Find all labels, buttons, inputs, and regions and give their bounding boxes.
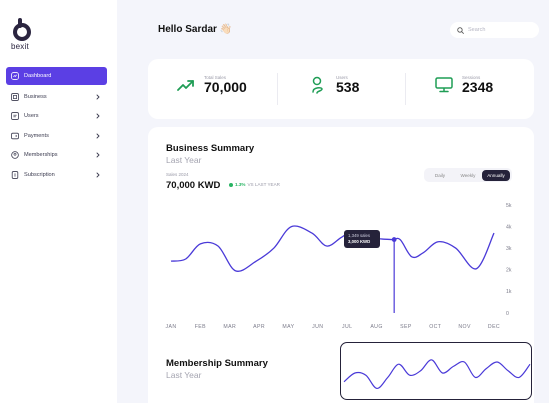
y-tick-label: 2k	[506, 268, 512, 274]
logo-mark-icon	[13, 18, 31, 41]
period-tabs: Daily Weekly Annually	[424, 168, 512, 182]
sparkline-path	[343, 359, 531, 389]
stat-value: 2348	[462, 79, 494, 95]
x-tick-label: MAR	[223, 324, 236, 330]
membership-mini-chart[interactable]	[340, 342, 532, 400]
sidebar: bexit Dashboard Business Users Payments Memb…	[0, 0, 117, 403]
y-tick-label: 5k	[506, 203, 512, 209]
sidebar-item-label: Payments	[24, 132, 49, 139]
chevron-right-icon	[95, 94, 101, 100]
sidebar-item-label: Dashboard	[24, 73, 52, 79]
sidebar-item-label: Business	[24, 94, 47, 100]
business-summary-card: Business Summary Last Year Sales 2024 70…	[148, 127, 534, 403]
subscription-icon	[11, 170, 19, 179]
stat-sessions: Sessions 2348	[434, 75, 493, 95]
stat-value: 70,000	[204, 79, 247, 95]
sidebar-item-subscription[interactable]: Subscription	[6, 166, 107, 184]
x-tick-label: MAY	[282, 324, 294, 330]
sidebar-item-users[interactable]: Users	[6, 107, 107, 125]
business-line-chart: 0 1k 2k 3k 4k 5k JAN FEB MAR APR MAY JUN JUL AUG SEP OC…	[166, 203, 512, 330]
search-box[interactable]	[450, 22, 539, 38]
x-tick-label: FEB	[195, 324, 206, 330]
dashboard-icon	[11, 72, 19, 80]
user-icon	[308, 75, 328, 95]
brand-logo[interactable]: bexit	[11, 18, 35, 51]
sidebar-item-payments[interactable]: Payments	[6, 127, 107, 145]
sales-label: Sales 2024	[166, 172, 189, 177]
chart-tooltip: 1,349 sales 3,000 KWD	[344, 230, 380, 248]
chevron-right-icon	[95, 152, 101, 158]
tab-daily[interactable]: Daily	[426, 170, 454, 181]
x-tick-label: JAN	[166, 324, 177, 330]
tooltip-line-1: 1,349 sales	[348, 233, 370, 238]
divider	[405, 73, 406, 105]
growth-text: VS LAST YEAR	[247, 182, 280, 187]
sidebar-item-business[interactable]: Business	[6, 88, 107, 106]
trend-up-icon	[176, 75, 196, 95]
x-tick-label: JUL	[342, 324, 352, 330]
users-icon	[11, 112, 19, 121]
y-tick-label: 1k	[506, 289, 512, 295]
stats-card: Total Sales 70,000 Users 538 Sessions 23…	[148, 59, 534, 119]
highlight-point[interactable]	[391, 237, 397, 242]
x-tick-label: SEP	[400, 324, 412, 330]
x-tick-label: DEC	[488, 324, 500, 330]
x-tick-label: AUG	[370, 324, 382, 330]
x-tick-label: APR	[253, 324, 265, 330]
page-greeting: Hello Sardar 👋🏻	[158, 24, 233, 35]
growth-dot-icon	[229, 182, 233, 187]
y-tick-label: 4k	[506, 224, 512, 230]
membership-summary-title: Membership Summary	[166, 358, 268, 369]
y-tick-label: 0	[506, 311, 509, 317]
search-icon	[457, 26, 464, 34]
x-tick-label: JUN	[312, 324, 323, 330]
sidebar-nav: Dashboard Business Users Payments Membership…	[6, 67, 107, 185]
memberships-icon	[11, 151, 19, 159]
y-tick-label: 3k	[506, 246, 512, 252]
tab-weekly[interactable]: Weekly	[454, 170, 482, 181]
tooltip-line-2: 3,000 KWD	[348, 239, 371, 244]
sidebar-item-label: Users	[24, 113, 39, 120]
x-tick-label: NOV	[458, 324, 471, 330]
sidebar-item-memberships[interactable]: Memberships	[6, 146, 107, 164]
stat-value: 538	[336, 79, 360, 95]
chevron-right-icon	[95, 113, 101, 119]
growth-percent: 1.3%	[235, 182, 246, 187]
x-tick-label: OCT	[429, 324, 442, 330]
search-input[interactable]	[468, 27, 528, 33]
series-line	[170, 225, 495, 272]
business-summary-title: Business Summary	[166, 143, 255, 154]
chevron-right-icon	[95, 172, 101, 178]
payments-icon	[11, 132, 19, 140]
logo-text: bexit	[11, 42, 29, 51]
divider	[277, 73, 278, 105]
monitor-icon	[434, 75, 454, 95]
stat-users: Users 538	[308, 75, 359, 95]
chevron-right-icon	[95, 133, 101, 139]
stat-total-sales: Total Sales 70,000	[176, 75, 247, 95]
sales-value: 70,000 KWD	[166, 180, 221, 191]
sidebar-item-dashboard[interactable]: Dashboard	[6, 67, 107, 85]
membership-sparkline	[343, 359, 531, 389]
growth-indicator: 1.3% VS LAST YEAR	[229, 182, 280, 187]
business-summary-subtitle: Last Year	[166, 155, 202, 165]
sidebar-item-label: Memberships	[24, 152, 58, 159]
business-icon	[11, 93, 19, 101]
membership-summary-subtitle: Last Year	[166, 370, 202, 380]
tab-annually[interactable]: Annually	[482, 169, 510, 181]
sidebar-item-label: Subscription	[24, 171, 55, 178]
